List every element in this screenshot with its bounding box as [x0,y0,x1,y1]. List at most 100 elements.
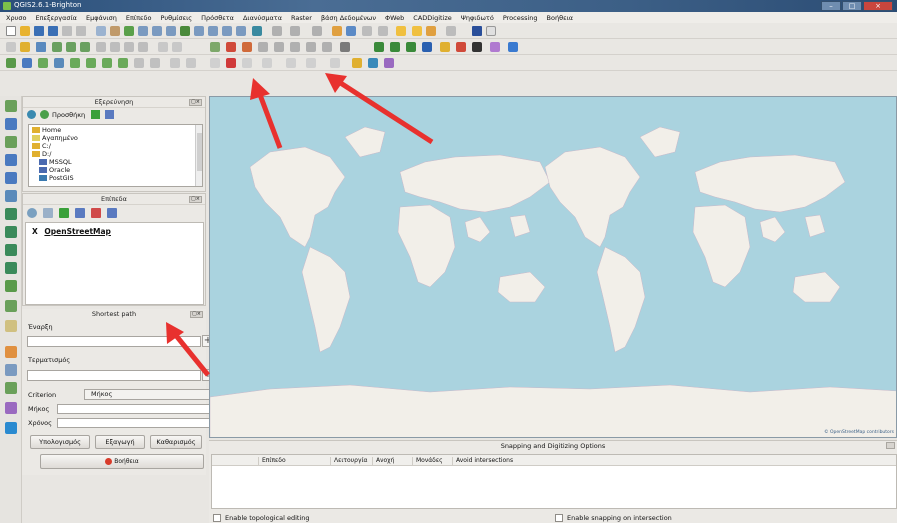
select-features-icon[interactable] [290,26,300,36]
caddigitize-icon-4[interactable] [290,42,300,52]
collapse-all-icon[interactable] [105,110,114,119]
add-wms-side-icon[interactable] [5,208,17,220]
column-avoid-intersections[interactable]: Avoid intersections [452,457,513,466]
highlight-icon[interactable] [226,58,236,68]
enable-topological-checkbox[interactable] [213,514,221,522]
zoom-next-icon[interactable] [236,26,246,36]
label-tool-icon[interactable] [422,42,432,52]
new-print-composer-icon[interactable] [62,26,72,36]
attribute-table-icon[interactable] [332,26,342,36]
delete-selected-icon[interactable] [96,42,106,52]
pin-labels-icon[interactable] [440,42,450,52]
tree-item-postgis[interactable]: PostGIS [39,174,74,182]
rotate-label-icon[interactable] [490,42,500,52]
stop-point-input[interactable] [27,370,201,381]
add-oracle-layer-icon[interactable] [86,58,96,68]
menu-plugins[interactable]: Πρόσθετα [201,14,234,22]
python-console-icon[interactable] [472,26,482,36]
tree-item-d-drive[interactable]: D:/ [32,150,51,158]
menu-edit[interactable]: Επεξεργασία [35,14,77,22]
menu-processing[interactable]: Processing [503,14,538,22]
menu-raster[interactable]: Raster [291,14,312,22]
new-spatialite-icon[interactable] [186,58,196,68]
browser-tree[interactable]: Home Αγαπημένο C:/ D:/ MSSQL Oracle Post… [28,124,203,187]
shortest-path-toolbar-icon[interactable] [226,42,236,52]
menu-settings[interactable]: Ρυθμίσεις [160,14,192,22]
add-osm-icon[interactable] [5,422,17,434]
open-project-icon[interactable] [20,26,30,36]
snapping-table[interactable]: Επίπεδο Λειτουργία Ανοχή Μονάδες Avoid i… [211,454,897,509]
bookmark-icon[interactable] [412,26,422,36]
save-project-icon[interactable] [34,26,44,36]
calculate-button[interactable]: Υπολογισμός [30,435,90,449]
select-by-radius-icon[interactable] [286,58,296,68]
new-layer-side-icon[interactable] [5,300,17,312]
new-spatialite-side-icon[interactable] [5,320,17,332]
column-mode[interactable]: Λειτουργία [330,457,367,466]
column-layer[interactable]: Επίπεδο [258,457,286,466]
scrollbar-thumb[interactable] [197,133,202,171]
layer-visibility-toggle[interactable]: X [32,227,38,236]
add-wms-tms-icon[interactable] [5,364,17,376]
add-wcs-side-icon[interactable] [5,226,17,238]
start-point-input[interactable] [27,336,201,347]
menu-caddigitize[interactable]: CADDigitize [413,14,452,22]
menu-help[interactable]: Βοήθεια [547,14,574,22]
panel-float-close-button[interactable]: ▢× [190,311,203,318]
show-hide-labels-icon[interactable] [456,42,466,52]
map-canvas[interactable]: © OpenStreetMap contributors [209,96,897,438]
add-postgis-side-icon[interactable] [5,136,17,148]
measure-icon[interactable] [362,26,372,36]
menu-mosaic[interactable]: Ψηφιδωτό [461,14,494,22]
cut-features-icon[interactable] [110,42,120,52]
zoom-last-icon[interactable] [222,26,232,36]
composer-manager-icon[interactable] [76,26,86,36]
node-tool-icon[interactable] [80,42,90,52]
add-group-icon[interactable] [75,208,85,218]
add-geonode-icon[interactable] [5,382,17,394]
column-tolerance[interactable]: Ανοχή [372,457,394,466]
filter-icon[interactable] [91,110,100,119]
postgis-toolbar-icon[interactable] [406,42,416,52]
zoom-actual-size-icon[interactable] [166,26,176,36]
identify-icon[interactable] [272,26,282,36]
column-units[interactable]: Μονάδες [412,457,443,466]
export-button[interactable]: Εξαγωγή [95,435,145,449]
menu-view[interactable]: Εμφάνιση [86,14,117,22]
change-label-icon[interactable] [508,42,518,52]
caddigitize-icon-6[interactable] [322,42,332,52]
filter-legend-icon[interactable] [43,208,53,218]
caddigitize-icon-7[interactable] [340,42,350,52]
save-as-icon[interactable] [48,26,58,36]
menu-vector[interactable]: Διανύσματα [243,14,282,22]
add-delimited-text-icon[interactable] [150,58,160,68]
add-wms-layer-icon[interactable] [102,58,112,68]
add-wcs-layer-icon[interactable] [118,58,128,68]
add-oracle-side-icon[interactable] [5,190,17,202]
help-toolbar-icon[interactable] [446,26,456,36]
road-graph-settings-icon[interactable] [210,42,220,52]
touch-zoom-icon[interactable] [124,26,134,36]
gps-tools-icon[interactable] [352,58,362,68]
move-label-icon[interactable] [472,42,482,52]
add-icon[interactable] [40,110,49,119]
pan-hand-icon[interactable] [110,26,120,36]
zoom-out-icon[interactable] [152,26,162,36]
rotate-feature-icon[interactable] [306,58,316,68]
menu-database[interactable]: βάση Δεδομένων [321,14,376,22]
enable-topological-row[interactable]: Enable topological editing [213,514,310,522]
enable-snapping-intersection-row[interactable]: Enable snapping on intersection [555,514,672,522]
toggle-editing-icon[interactable] [20,42,30,52]
add-feature-icon[interactable] [52,42,62,52]
maximize-button[interactable]: □ [842,1,862,11]
add-delimited-side-icon[interactable] [5,262,17,274]
browser-scrollbar[interactable] [195,125,202,186]
add-raster-side-icon[interactable] [5,118,17,130]
zoom-full-icon[interactable] [180,26,190,36]
panel-float-close-button[interactable]: ▢× [189,196,202,203]
add-spatialite-side-icon[interactable] [5,154,17,166]
map-tips-icon[interactable] [396,26,406,36]
add-raster-layer-icon[interactable] [22,58,32,68]
field-calculator-icon[interactable] [346,26,356,36]
measure-line-icon[interactable] [210,58,220,68]
